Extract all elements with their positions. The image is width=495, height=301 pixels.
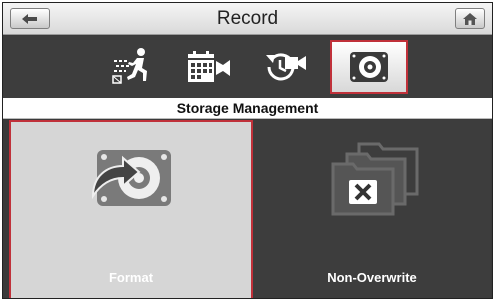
home-icon <box>463 12 477 25</box>
record-tab-bar <box>3 36 492 98</box>
non-overwrite-label: Non-Overwrite <box>327 270 417 285</box>
tab-storage-management[interactable] <box>330 40 408 94</box>
motion-detection-icon <box>112 48 147 84</box>
format-option[interactable]: Format <box>9 120 253 298</box>
home-button[interactable] <box>455 8 485 29</box>
section-header: Storage Management <box>3 98 492 119</box>
schedule-record-icon <box>188 51 230 82</box>
format-label: Format <box>108 270 154 285</box>
non-overwrite-icon <box>331 142 419 216</box>
page-title: Record <box>216 8 279 29</box>
record-window: Record Storage Management Format Non-Ove… <box>2 2 493 299</box>
hard-disk-icon <box>350 52 388 82</box>
non-overwrite-option[interactable]: Non-Overwrite <box>253 120 491 298</box>
format-disk-icon <box>91 150 171 206</box>
tab-playback-record[interactable] <box>258 42 314 92</box>
tab-motion-detection[interactable] <box>106 42 162 92</box>
playback-record-icon <box>266 53 306 81</box>
tab-schedule-record[interactable] <box>181 42 237 92</box>
title-bar: Record <box>3 3 492 35</box>
